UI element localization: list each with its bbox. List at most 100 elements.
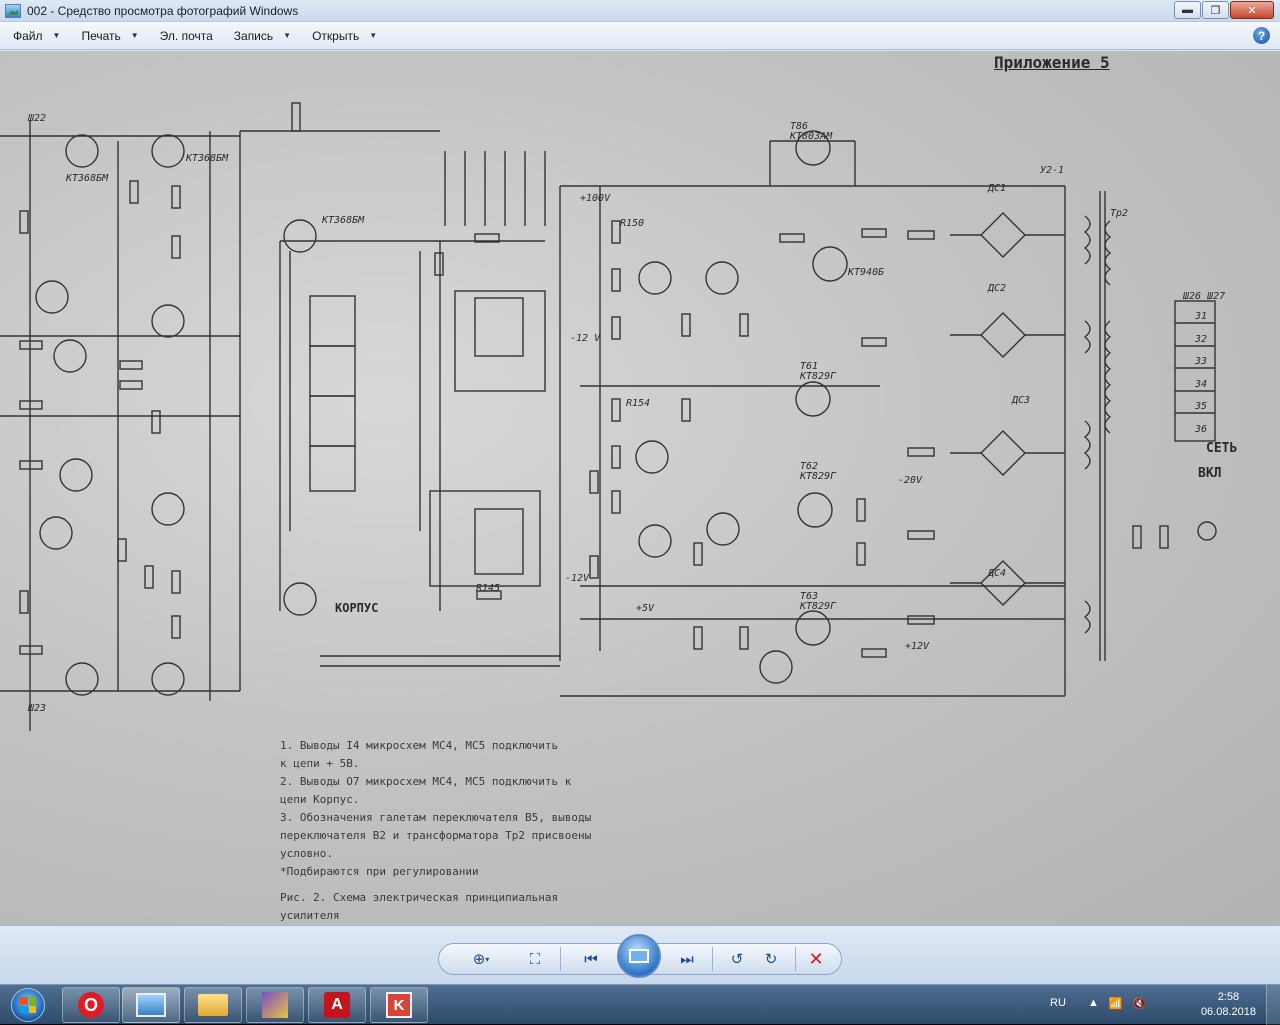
menu-burn[interactable]: Запись ▼ bbox=[221, 22, 299, 50]
menu-file-label: Файл bbox=[13, 28, 43, 43]
svg-text:R145: R145 bbox=[476, 583, 500, 594]
menu-bar: Файл ▼ Печать ▼ Эл. почта Запись ▼ Открыть ▼… bbox=[0, 22, 1280, 50]
system-tray: RU ▲ 📶 🔇 2:58 06.08.2018 bbox=[1040, 985, 1280, 1025]
actual-size-icon[interactable]: ⛶ bbox=[520, 944, 550, 974]
show-desktop-button[interactable] bbox=[1266, 985, 1280, 1025]
delete-icon[interactable]: ✕ bbox=[801, 944, 831, 974]
previous-icon[interactable]: ⏮ bbox=[576, 944, 606, 974]
svg-text:+12V: +12V bbox=[905, 641, 930, 652]
clock[interactable]: 2:58 06.08.2018 bbox=[1201, 990, 1256, 1020]
separator bbox=[795, 947, 796, 971]
svg-text:КТ940Б: КТ940Б bbox=[847, 267, 884, 278]
taskbar-acrobat[interactable]: A bbox=[308, 987, 366, 1023]
viewer-controlbar: ⊕ ▾ ⛶ ⏮ ⏭ ↺ ↻ ✕ bbox=[0, 925, 1280, 984]
menu-open[interactable]: Открыть ▼ bbox=[299, 22, 385, 50]
taskbar-opera[interactable]: O bbox=[62, 987, 120, 1023]
language-indicator[interactable]: RU bbox=[1050, 997, 1066, 1009]
window-controls: ▬ ❐ ✕ bbox=[1173, 1, 1274, 19]
svg-text:31: 31 bbox=[1194, 311, 1207, 322]
menu-print[interactable]: Печать ▼ bbox=[68, 22, 146, 50]
maximize-button[interactable]: ❐ bbox=[1202, 1, 1229, 19]
switch-label-set: СЕТЬ bbox=[1206, 441, 1238, 456]
svg-text:Ш26 Ш27: Ш26 Ш27 bbox=[1182, 291, 1225, 302]
taskbar-photo-viewer[interactable] bbox=[122, 987, 180, 1023]
note-line: к цепи + 5В. bbox=[280, 757, 360, 770]
svg-text:КТ829Г: КТ829Г bbox=[799, 601, 837, 612]
slideshow-icon[interactable] bbox=[617, 934, 661, 978]
svg-text:32: 32 bbox=[1194, 334, 1207, 345]
acrobat-icon: A bbox=[324, 992, 350, 1018]
svg-text:R150: R150 bbox=[620, 218, 644, 229]
zoom-icon[interactable]: ⊕ ▾ bbox=[466, 944, 496, 974]
svg-text:Ш22: Ш22 bbox=[27, 113, 46, 124]
menu-print-label: Печать bbox=[81, 28, 121, 43]
svg-text:КТ368БМ: КТ368БМ bbox=[321, 215, 365, 226]
svg-text:У2-1: У2-1 bbox=[1040, 165, 1064, 176]
image-viewport[interactable]: Ш22 КТ368БМ КТ368БМ КТ368БМ Т86 КТ803АМ КТ94… bbox=[0, 51, 1280, 925]
rotate-left-icon[interactable]: ↺ bbox=[722, 944, 752, 974]
start-button[interactable] bbox=[2, 986, 54, 1024]
svg-text:-20V: -20V bbox=[898, 475, 923, 486]
next-icon[interactable]: ⏭ bbox=[672, 944, 702, 974]
note-line: условно. bbox=[280, 847, 333, 860]
editor-icon bbox=[262, 992, 288, 1018]
note-line: цепи Корпус. bbox=[280, 793, 360, 806]
clock-time: 2:58 bbox=[1217, 991, 1240, 1003]
photo-viewer-app-icon bbox=[5, 3, 21, 18]
svg-text:+100V: +100V bbox=[580, 193, 611, 204]
svg-text:R154: R154 bbox=[626, 398, 650, 409]
separator bbox=[560, 947, 561, 971]
opera-icon: O bbox=[78, 992, 104, 1018]
menu-file[interactable]: Файл ▼ bbox=[0, 22, 68, 50]
scanned-schematic-image: Ш22 КТ368БМ КТ368БМ КТ368БМ Т86 КТ803АМ КТ94… bbox=[0, 51, 1280, 925]
window-title: 002 - Средство просмотра фотографий Wind… bbox=[27, 3, 299, 18]
svg-text:Ш23: Ш23 bbox=[27, 703, 46, 714]
svg-text:ДС3: ДС3 bbox=[1011, 395, 1030, 406]
svg-text:34: 34 bbox=[1194, 379, 1207, 390]
red-app-icon: K bbox=[386, 992, 412, 1018]
rotate-right-icon[interactable]: ↻ bbox=[756, 944, 786, 974]
note-line: *Подбираются при регулировании bbox=[280, 865, 479, 878]
help-icon[interactable]: ? bbox=[1253, 27, 1270, 44]
menu-open-label: Открыть bbox=[312, 28, 360, 43]
title-bar[interactable]: 002 - Средство просмотра фотографий Wind… bbox=[0, 0, 1280, 22]
svg-text:КТ803АМ: КТ803АМ bbox=[789, 131, 833, 142]
tray-icons: ▲ 📶 🔇 bbox=[1088, 997, 1146, 1010]
svg-text:КТ368БМ: КТ368БМ bbox=[185, 153, 229, 164]
windows-orb-icon bbox=[11, 988, 45, 1022]
figure-caption: усилителя bbox=[280, 909, 340, 922]
svg-text:-12 V: -12 V bbox=[570, 333, 601, 344]
taskbar-app-red[interactable]: K bbox=[370, 987, 428, 1023]
svg-text:35: 35 bbox=[1194, 401, 1207, 412]
svg-text:КТ368БМ: КТ368БМ bbox=[65, 173, 109, 184]
photo-viewer-window: 002 - Средство просмотра фотографий Wind… bbox=[0, 0, 1280, 984]
windows-flag-icon bbox=[20, 997, 36, 1013]
taskbar-editor[interactable] bbox=[246, 987, 304, 1023]
network-signal-icon[interactable]: 📶 bbox=[1109, 997, 1123, 1010]
taskbar: O A K RU ▲ 📶 🔇 2:58 06.08.2018 bbox=[0, 984, 1280, 1025]
minimize-button[interactable]: ▬ bbox=[1174, 1, 1201, 19]
svg-text:ДС2: ДС2 bbox=[987, 283, 1006, 294]
separator bbox=[712, 947, 713, 971]
chevron-down-icon: ▼ bbox=[130, 31, 139, 40]
svg-text:ДС4: ДС4 bbox=[987, 568, 1006, 579]
chevron-down-icon: ▼ bbox=[52, 31, 61, 40]
note-line: 3. Обозначения галетам переключателя В5,… bbox=[280, 811, 592, 824]
note-line: переключателя В2 и трансформатора Тр2 пр… bbox=[280, 829, 592, 842]
folder-icon bbox=[198, 994, 228, 1016]
schematic-heading: Приложение 5 bbox=[994, 53, 1110, 72]
menu-email-label: Эл. почта bbox=[159, 28, 213, 43]
schematic-notes: 1. Выводы I4 микросхем МС4, МС5 подключи… bbox=[280, 737, 660, 925]
show-hidden-icons-icon[interactable]: ▲ bbox=[1088, 997, 1099, 1010]
switch-label-vkl: ВКЛ bbox=[1198, 466, 1222, 481]
chevron-down-icon: ▼ bbox=[369, 31, 378, 40]
volume-muted-icon[interactable]: 🔇 bbox=[1133, 997, 1147, 1010]
slideshow-screen-icon bbox=[629, 949, 649, 963]
figure-caption: Рис. 2. Схема электрическая принципиальн… bbox=[280, 891, 559, 904]
menu-email[interactable]: Эл. почта bbox=[147, 22, 221, 50]
clock-date: 06.08.2018 bbox=[1200, 1006, 1256, 1018]
svg-text:КТ829Г: КТ829Г bbox=[799, 371, 837, 382]
taskbar-explorer[interactable] bbox=[184, 987, 242, 1023]
svg-text:+5V: +5V bbox=[636, 603, 655, 614]
close-button[interactable]: ✕ bbox=[1230, 1, 1274, 19]
